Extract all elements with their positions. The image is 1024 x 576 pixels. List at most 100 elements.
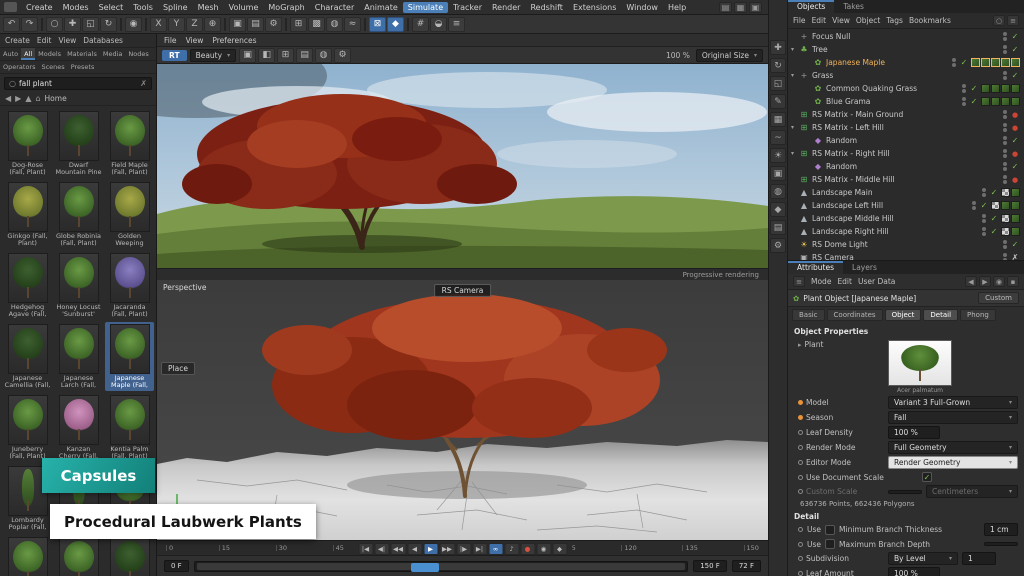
- subdivision-level-field[interactable]: 1: [962, 552, 996, 565]
- object-row[interactable]: Japanese Maple: [788, 56, 1024, 69]
- menu-item[interactable]: Modes: [58, 2, 94, 13]
- asset-item[interactable]: Kentia Palm (Fall, Plant): [105, 393, 154, 462]
- toolbar-separator[interactable]: [224, 18, 226, 31]
- object-row[interactable]: Grass: [788, 69, 1024, 82]
- render-view-icon[interactable]: ▣: [229, 17, 246, 32]
- object-name[interactable]: RS Matrix - Middle Hill: [812, 175, 1000, 184]
- asset-item[interactable]: Japanese Maple (Fall, Plant): [105, 322, 154, 391]
- menu-item[interactable]: Select: [94, 2, 129, 13]
- material-thumbnails[interactable]: [1001, 188, 1020, 197]
- bucket-icon[interactable]: ▤: [296, 48, 313, 63]
- state-icon[interactable]: [1010, 45, 1020, 54]
- camera-icon[interactable]: ▣: [770, 166, 786, 181]
- asset-item[interactable]: Field Maple (Fall, Plant): [105, 109, 154, 178]
- use-max-branch-checkbox[interactable]: [825, 539, 835, 549]
- leaf-density-field[interactable]: 100 %: [888, 426, 940, 439]
- state-icon[interactable]: [1010, 110, 1020, 119]
- object-row[interactable]: Common Quaking Grass: [788, 82, 1024, 95]
- visibility-dots[interactable]: [1003, 240, 1007, 249]
- plant-preview-image[interactable]: [888, 340, 952, 386]
- object-row[interactable]: Landscape Main: [788, 186, 1024, 199]
- object-name[interactable]: Tree: [812, 45, 1000, 54]
- menu-item[interactable]: Edit: [837, 277, 852, 286]
- panel-menu-icon[interactable]: ≡: [793, 276, 805, 287]
- season-dropdown[interactable]: Fall: [888, 411, 1018, 424]
- material-thumbnails[interactable]: [1001, 214, 1020, 223]
- menu-item[interactable]: Bookmarks: [909, 16, 951, 25]
- object-name[interactable]: RS Camera: [812, 253, 1000, 260]
- menu-item[interactable]: Extensions: [568, 2, 621, 13]
- anim-dot-icon[interactable]: [798, 475, 803, 480]
- expander-icon[interactable]: [791, 72, 799, 79]
- object-row[interactable]: RS Matrix - Right Hill: [788, 147, 1024, 160]
- keyframe-button[interactable]: ◆: [552, 543, 567, 555]
- menu-item[interactable]: Tracker: [448, 2, 487, 13]
- record-button[interactable]: ●: [520, 543, 535, 555]
- pen-icon[interactable]: ✎: [770, 94, 786, 109]
- fields-icon[interactable]: ◍: [326, 17, 343, 32]
- visibility-dots[interactable]: [1003, 253, 1007, 260]
- object-name[interactable]: Common Quaking Grass: [826, 84, 959, 93]
- asset-search[interactable]: ○ ✗: [4, 77, 152, 90]
- undo-icon[interactable]: ↶: [3, 17, 20, 32]
- visibility-dots[interactable]: [1003, 45, 1007, 54]
- clear-search-icon[interactable]: ✗: [140, 80, 147, 88]
- snap-icon[interactable]: ◒: [430, 17, 447, 32]
- visibility-dots[interactable]: [1003, 110, 1007, 119]
- state-icon[interactable]: [1010, 136, 1020, 145]
- anim-dot-icon[interactable]: [798, 415, 803, 420]
- panel-tab[interactable]: Attributes: [788, 261, 843, 274]
- display-icon[interactable]: ▤: [770, 220, 786, 235]
- anim-dot-icon[interactable]: [798, 571, 803, 576]
- attribute-tab[interactable]: Coordinates: [827, 309, 883, 321]
- anim-dot-icon[interactable]: [798, 489, 803, 494]
- object-row[interactable]: RS Matrix - Middle Hill: [788, 173, 1024, 186]
- redo-icon[interactable]: ↷: [21, 17, 38, 32]
- filter-tab[interactable]: Media: [100, 48, 126, 60]
- state-icon[interactable]: [959, 58, 969, 67]
- menu-item[interactable]: Window: [621, 2, 663, 13]
- panel-tab[interactable]: Layers: [843, 261, 886, 274]
- filter-tab[interactable]: Auto: [0, 48, 21, 60]
- menu-item[interactable]: Volume: [224, 2, 264, 13]
- state-icon[interactable]: [1010, 71, 1020, 80]
- asset-item[interactable]: Japanese Larch (Fall, Plant): [54, 322, 103, 391]
- back-icon[interactable]: ◀: [5, 94, 11, 103]
- asset-item[interactable]: Jacaranda (Fall, Plant): [105, 251, 154, 320]
- asset-item[interactable]: Dwarf Mountain Pine (Fall, Plant): [54, 109, 103, 178]
- prev-frame-button[interactable]: ◀◀: [390, 543, 406, 555]
- object-row[interactable]: RS Dome Light: [788, 238, 1024, 251]
- forward-icon[interactable]: ▶: [979, 276, 991, 287]
- state-icon[interactable]: [1010, 175, 1020, 184]
- subdivision-dropdown[interactable]: By Level: [888, 552, 958, 565]
- visibility-dots[interactable]: [1003, 71, 1007, 80]
- use-document-scale-checkbox[interactable]: [922, 472, 932, 482]
- goto-start-button[interactable]: |◀: [358, 543, 373, 555]
- next-frame-button[interactable]: ▶▶: [439, 543, 455, 555]
- filter-tab[interactable]: All: [21, 48, 35, 60]
- home-icon[interactable]: ⌂: [35, 94, 40, 103]
- object-name[interactable]: Blue Grama: [826, 97, 959, 106]
- menu-item[interactable]: Redshift: [525, 2, 567, 13]
- asset-item[interactable]: Hedgehog Agave (Fall, Plant): [3, 251, 52, 320]
- snapshot-icon[interactable]: ▣: [239, 48, 256, 63]
- asset-item[interactable]: [54, 535, 103, 576]
- object-name[interactable]: Random: [826, 162, 1000, 171]
- object-name[interactable]: Landscape Left Hill: [812, 201, 969, 210]
- asset-item[interactable]: Kanzan Cherry (Fall, Plant): [54, 393, 103, 462]
- menu-item[interactable]: View: [186, 36, 204, 45]
- object-row[interactable]: Landscape Right Hill: [788, 225, 1024, 238]
- visibility-dots[interactable]: [1003, 32, 1007, 41]
- material-thumbnails[interactable]: [1001, 227, 1020, 236]
- state-icon[interactable]: [969, 97, 979, 106]
- panel-tab[interactable]: Takes: [834, 0, 873, 13]
- layout-single-icon[interactable]: ▣: [749, 2, 762, 13]
- custom-button[interactable]: Custom: [978, 292, 1019, 304]
- live-select-icon[interactable]: ○: [46, 17, 63, 32]
- ab-compare-icon[interactable]: ◧: [258, 48, 275, 63]
- toolbar-separator[interactable]: [285, 18, 287, 31]
- state-icon[interactable]: [1010, 253, 1020, 260]
- sound-button[interactable]: ♪: [504, 543, 519, 555]
- visibility-dots[interactable]: [962, 84, 966, 93]
- play-backward-button[interactable]: ◀: [407, 543, 422, 555]
